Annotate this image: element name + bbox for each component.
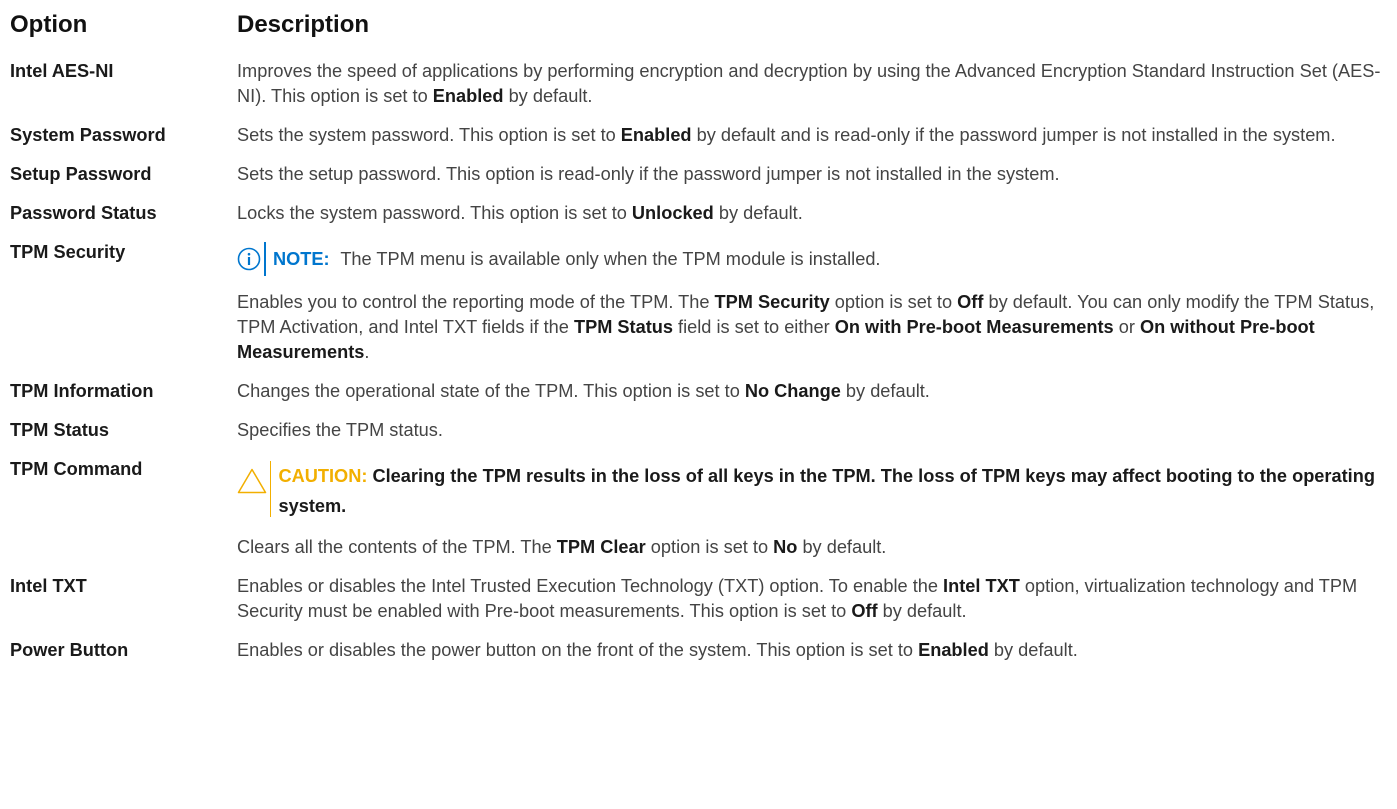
desc-text: Enables or disables the power button on … — [237, 640, 919, 660]
option-name: TPM Command — [10, 459, 143, 479]
note-label: NOTE: — [273, 248, 330, 269]
option-description: Locks the system password. This option i… — [237, 194, 1396, 233]
table-row: Intel AES-NI Improves the speed of appli… — [10, 52, 1396, 116]
desc-text: Enables you to control the reporting mod… — [237, 292, 715, 312]
table-row: Power Button Enables or disables the pow… — [10, 631, 1396, 670]
table-row: TPM Information Changes the operational … — [10, 372, 1396, 411]
desc-bold: Enabled — [620, 125, 692, 145]
option-description: Specifies the TPM status. — [237, 411, 1396, 450]
info-circle-icon — [237, 247, 261, 271]
desc-bold: TPM Status — [573, 317, 673, 337]
desc-text: option is set to — [645, 537, 774, 557]
note-divider — [264, 242, 266, 276]
desc-text: by default. — [797, 537, 887, 557]
table-row: Intel TXT Enables or disables the Intel … — [10, 567, 1396, 631]
table-row: TPM Security NOTE: The TPM menu is avail… — [10, 233, 1396, 372]
option-name: Intel TXT — [10, 576, 87, 596]
note-text: The TPM menu is available only when the … — [335, 248, 881, 269]
document-page: Option Description Intel AES-NI Improves… — [0, 0, 1397, 809]
table-row: TPM Command CAUTION: Clearing the TPM re… — [10, 450, 1396, 567]
warning-triangle-icon — [237, 467, 268, 495]
option-description: Changes the operational state of the TPM… — [237, 372, 1396, 411]
option-description: Sets the system password. This option is… — [237, 116, 1396, 155]
caution-divider — [269, 461, 272, 517]
option-name: Power Button — [10, 640, 129, 660]
option-name: Password Status — [10, 203, 157, 223]
desc-text: Specifies the TPM status. — [237, 420, 443, 440]
desc-bold: TPM Clear — [556, 537, 646, 557]
desc-text: by default. — [988, 640, 1078, 660]
desc-bold: Enabled — [432, 86, 504, 106]
desc-text: by default. — [713, 203, 803, 223]
description-column-header: Description — [237, 11, 370, 38]
option-description: CAUTION: Clearing the TPM results in the… — [237, 450, 1396, 567]
desc-bold: Unlocked — [631, 203, 714, 223]
table-row: System Password Sets the system password… — [10, 116, 1396, 155]
option-description: Improves the speed of applications by pe… — [237, 52, 1396, 116]
desc-text: Changes the operational state of the TPM… — [237, 381, 745, 401]
desc-text: Locks the system password. This option i… — [237, 203, 632, 223]
option-description: Enables or disables the Intel Trusted Ex… — [237, 567, 1396, 631]
desc-bold: No — [773, 537, 798, 557]
desc-text: Sets the setup password. This option is … — [237, 164, 1060, 184]
desc-bold: TPM Security — [714, 292, 830, 312]
desc-text: Sets the system password. This option is… — [237, 125, 621, 145]
note-callout: NOTE: The TPM menu is available only whe… — [237, 242, 1396, 276]
table-header-row: Option Description — [10, 0, 1396, 52]
option-name: Intel AES-NI — [10, 61, 114, 81]
table-row: Password Status Locks the system passwor… — [10, 194, 1396, 233]
desc-text: Enables or disables the Intel Trusted Ex… — [237, 576, 944, 596]
desc-text: field is set to either — [673, 317, 835, 337]
desc-text: Clears all the contents of the TPM. The — [237, 537, 557, 557]
option-name: TPM Information — [10, 381, 154, 401]
option-name: TPM Security — [10, 242, 126, 262]
desc-text: or — [1113, 317, 1140, 337]
desc-text: option is set to — [829, 292, 958, 312]
desc-text: . — [364, 342, 370, 362]
desc-bold: Off — [957, 292, 984, 312]
option-column-header: Option — [10, 11, 88, 38]
desc-bold: No Change — [744, 381, 841, 401]
desc-text: by default. — [877, 601, 967, 621]
option-description: NOTE: The TPM menu is available only whe… — [237, 233, 1396, 372]
option-name: System Password — [10, 125, 166, 145]
caution-callout: CAUTION: Clearing the TPM results in the… — [237, 461, 1396, 521]
option-name: TPM Status — [10, 420, 110, 440]
caution-label: CAUTION: — [278, 466, 368, 486]
desc-bold: On with Pre-boot Measurements — [834, 317, 1114, 337]
desc-bold: Off — [851, 601, 878, 621]
desc-text: by default and is read-only if the passw… — [691, 125, 1336, 145]
desc-text: by default. — [840, 381, 930, 401]
table-row: TPM Status Specifies the TPM status. — [10, 411, 1396, 450]
options-table: Option Description Intel AES-NI Improves… — [10, 0, 1396, 670]
desc-text: Improves the speed of applications by pe… — [237, 61, 1381, 106]
desc-bold: Enabled — [918, 640, 989, 660]
caution-text: Clearing the TPM results in the loss of … — [278, 466, 1375, 516]
option-name: Setup Password — [10, 164, 152, 184]
option-description: Enables or disables the power button on … — [237, 631, 1396, 670]
desc-text: by default. — [503, 86, 593, 106]
desc-bold: Intel TXT — [943, 576, 1020, 596]
option-description: Sets the setup password. This option is … — [237, 155, 1396, 194]
table-row: Setup Password Sets the setup password. … — [10, 155, 1396, 194]
